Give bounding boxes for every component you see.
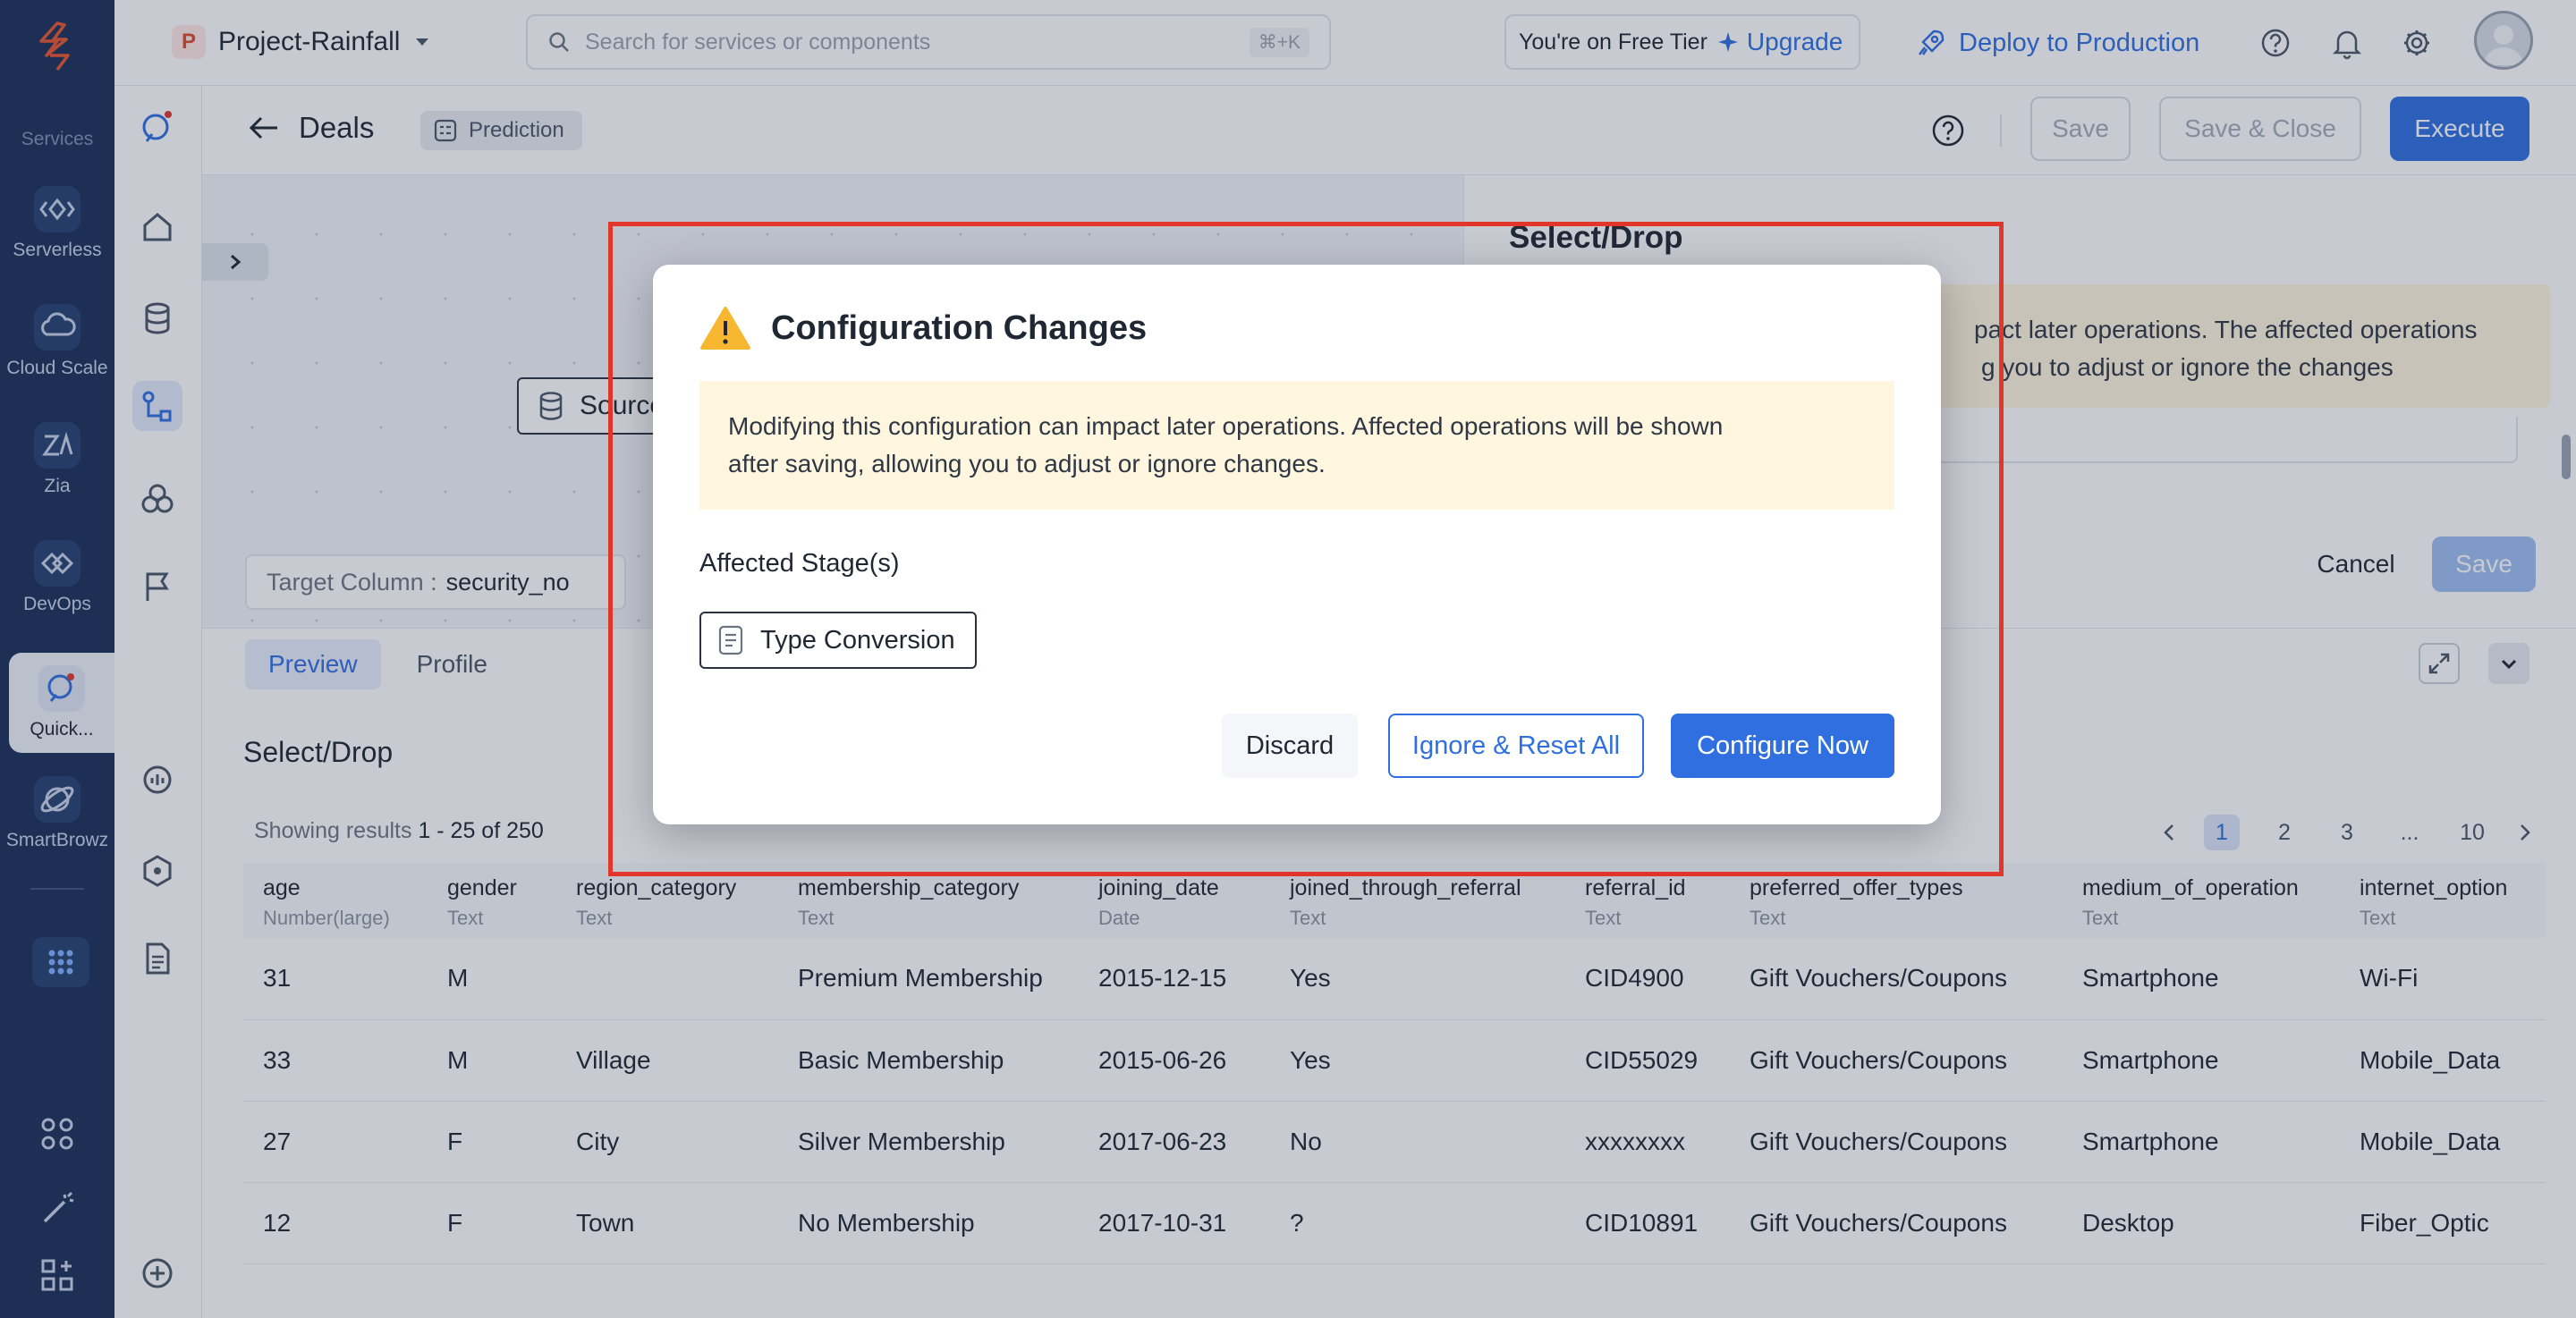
discard-button[interactable]: Discard [1222,714,1358,778]
affected-stage-chip[interactable]: Type Conversion [699,612,977,669]
dialog-warning-line1: Modifying this configuration can impact … [728,412,1724,440]
ignore-reset-all-button[interactable]: Ignore & Reset All [1388,714,1644,778]
warning-icon [700,307,750,350]
dialog-warning-line2: after saving, allowing you to adjust or … [728,450,1326,477]
configuration-changes-dialog: Configuration Changes Modifying this con… [653,265,1941,824]
configure-now-button[interactable]: Configure Now [1671,714,1894,778]
dialog-header: Configuration Changes [699,306,1147,351]
document-icon [718,625,743,655]
dialog-warning: Modifying this configuration can impact … [699,381,1894,510]
affected-stage-name: Type Conversion [760,625,955,655]
affected-stages-label: Affected Stage(s) [699,549,900,578]
dialog-title: Configuration Changes [771,308,1148,347]
